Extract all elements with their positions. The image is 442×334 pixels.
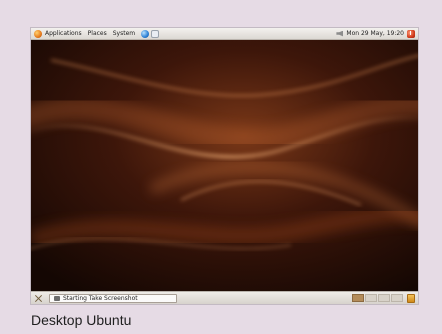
- desktop-screen: Applications Places System Mon 29 May, 1…: [31, 28, 418, 304]
- speaker-icon[interactable]: [336, 30, 344, 37]
- ubuntu-foot-icon[interactable]: [34, 29, 42, 38]
- globe-icon[interactable]: [141, 29, 150, 38]
- clock[interactable]: Mon 29 May, 19:20: [346, 30, 404, 37]
- menu-system[interactable]: System: [113, 30, 135, 37]
- show-desktop-icon[interactable]: [34, 294, 43, 303]
- menu-places[interactable]: Places: [88, 30, 107, 37]
- workspace-switcher: [352, 294, 403, 302]
- logout-icon[interactable]: [407, 29, 415, 38]
- bottom-panel: Starting Take Screenshot: [31, 291, 418, 304]
- workspace-2[interactable]: [365, 294, 377, 302]
- caption: Desktop Ubuntu: [31, 312, 132, 328]
- help-icon[interactable]: [151, 29, 160, 38]
- wallpaper: [31, 40, 418, 291]
- taskbar-button[interactable]: Starting Take Screenshot: [49, 293, 177, 303]
- top-panel: Applications Places System Mon 29 May, 1…: [31, 28, 418, 40]
- menu-applications[interactable]: Applications: [45, 30, 82, 37]
- workspace-1[interactable]: [352, 294, 364, 302]
- panel-tray: Mon 29 May, 19:20: [336, 29, 415, 38]
- workspace-4[interactable]: [391, 294, 403, 302]
- workspace-3[interactable]: [378, 294, 390, 302]
- taskbar-label: Starting Take Screenshot: [63, 294, 138, 302]
- screenshot-app-icon: [54, 295, 60, 301]
- trash-icon[interactable]: [407, 293, 415, 303]
